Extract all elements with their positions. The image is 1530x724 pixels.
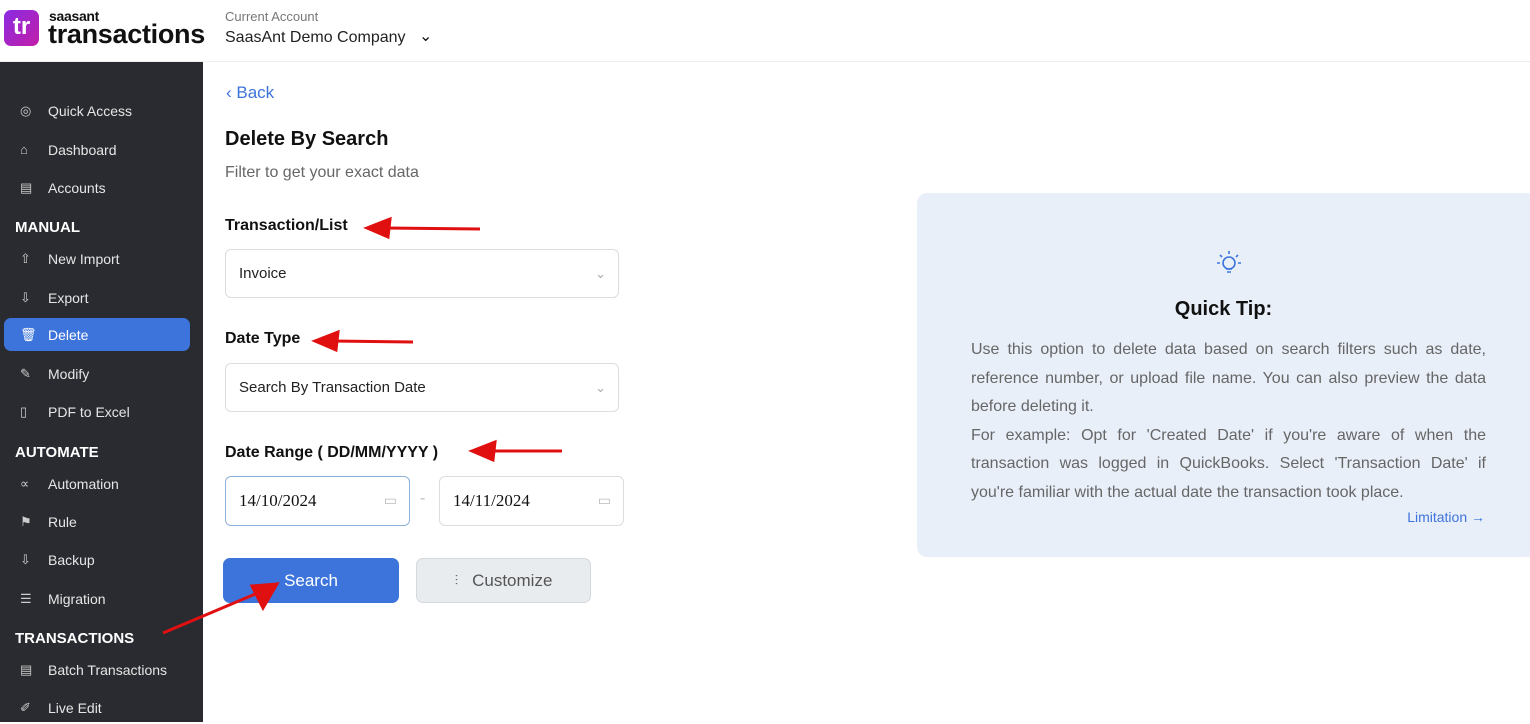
date-type-select[interactable]: Search By Transaction Date ⌄ [225, 363, 619, 412]
sidebar-item-live-edit[interactable]: ✐ Live Edit [4, 691, 190, 724]
trash-icon: 🗑 [20, 326, 37, 342]
account-label: Current Account [225, 9, 319, 24]
sidebar-item-batch-transactions[interactable]: ▤ Batch Transactions [4, 653, 190, 686]
calendar-icon[interactable]: ▭ [598, 477, 611, 525]
home-icon: ⌂ [20, 142, 28, 157]
account-selector[interactable]: SaasAnt Demo Company [225, 29, 406, 47]
back-link[interactable]: ‹ Back [226, 83, 274, 103]
sidebar-item-quick-access[interactable]: ◎ Quick Access [4, 94, 190, 127]
transaction-list-label: Transaction/List [225, 217, 348, 234]
page-subtitle: Filter to get your exact data [225, 164, 419, 181]
label: PDF to Excel [48, 403, 130, 420]
label: Dashboard [48, 141, 117, 158]
annotation-arrow [331, 339, 414, 344]
label: Accounts [48, 179, 106, 196]
sidebar-item-pdf-to-excel[interactable]: ▯ PDF to Excel [4, 395, 190, 428]
pencil-icon: ✐ [20, 699, 31, 715]
sidebar-item-accounts[interactable]: ▤ Accounts [4, 171, 190, 204]
chevron-down-icon: ⌄ [595, 380, 606, 395]
target-icon: ◎ [20, 102, 32, 118]
file-edit-icon: ✎ [20, 365, 31, 381]
customize-button[interactable]: ⫶ Customize [416, 558, 591, 603]
label: Delete [48, 326, 89, 343]
sliders-icon: ⫶ [454, 572, 459, 588]
label: Automation [48, 475, 119, 492]
chevron-down-icon: ⌄ [595, 266, 606, 281]
clipboard-icon: ▤ [20, 179, 33, 195]
back-label: Back [236, 83, 275, 102]
document-icon: ▤ [20, 661, 33, 677]
sidebar-item-export[interactable]: ⇩ Export [4, 281, 190, 314]
label: Quick Access [48, 102, 133, 119]
label: Backup [48, 551, 95, 568]
page-title: Delete By Search [225, 128, 389, 150]
date-to-input[interactable]: 14/11/2024 ▭ [439, 476, 624, 526]
section-automate: AUTOMATE [15, 444, 99, 461]
customize-label: Customize [472, 570, 553, 590]
lightbulb-icon [1217, 251, 1241, 273]
search-button[interactable]: Search [223, 558, 399, 603]
label: Modify [48, 365, 90, 382]
limitation-link[interactable]: Limitation → [1407, 509, 1485, 525]
sidebar-item-modify[interactable]: ✎ Modify [4, 357, 190, 390]
date-type-label: Date Type [225, 330, 301, 347]
share-nodes-icon: ∝ [20, 475, 30, 491]
calendar-icon[interactable]: ▭ [384, 477, 397, 525]
sidebar-item-rule[interactable]: ⚑ Rule [4, 505, 190, 538]
logo-icon: tr [4, 10, 39, 46]
date-from-value: 14/10/2024 [239, 491, 317, 510]
quick-tip-title: Quick Tip: [1174, 298, 1273, 320]
date-from-input[interactable]: 14/10/2024 ▭ [225, 476, 410, 526]
date-separator: - [420, 490, 426, 507]
label: New Import [48, 250, 120, 267]
sidebar-item-delete[interactable]: 🗑 Delete [4, 318, 190, 351]
label: Export [48, 289, 89, 306]
tip-paragraph: For example: Opt for 'Created Date' if y… [971, 426, 1486, 501]
tip-paragraph: Use this option to delete data based on … [971, 341, 1486, 415]
section-manual: MANUAL [15, 219, 80, 236]
quick-tip-text: Use this option to delete data based on … [971, 336, 1486, 507]
sidebar-item-new-import[interactable]: ⇧ New Import [4, 242, 190, 275]
sidebar-item-backup[interactable]: ⇩ Backup [4, 543, 190, 576]
date-to-value: 14/11/2024 [453, 491, 530, 510]
arrow-head [311, 329, 340, 353]
label: Rule [48, 513, 77, 530]
label: Migration [48, 590, 106, 607]
selected-value: Search By Transaction Date [239, 379, 426, 396]
sidebar: ◎ Quick Access ⌂ Dashboard ▤ Accounts MANUA… [0, 62, 203, 722]
label: Live Edit [48, 699, 102, 716]
annotation-arrow [384, 226, 481, 231]
cloud-download-icon: ⇩ [20, 289, 31, 305]
megaphone-icon: ⚑ [20, 513, 32, 529]
transaction-list-select[interactable]: Invoice ⌄ [225, 249, 619, 298]
indent-icon: ☰ [20, 590, 32, 606]
date-range-label: Date Range ( DD/MM/YYYY ) [225, 444, 439, 461]
chevron-down-icon[interactable]: ⌄ [419, 26, 432, 46]
sidebar-item-migration[interactable]: ☰ Migration [4, 582, 190, 615]
logo-product: transactions [48, 19, 205, 49]
quick-tip-panel: Quick Tip: Use this option to delete dat… [917, 193, 1530, 557]
label: Batch Transactions [48, 661, 168, 678]
arrow-head [363, 216, 392, 240]
section-transactions: TRANSACTIONS [15, 630, 135, 647]
selected-value: Invoice [239, 265, 287, 282]
cloud-upload-icon: ⇧ [20, 250, 31, 266]
app-header: tr saasant transactions Current Account … [0, 0, 1530, 62]
cloud-download-icon: ⇩ [20, 551, 31, 567]
sidebar-item-automation[interactable]: ∝ Automation [4, 467, 190, 500]
arrow-head [468, 439, 497, 463]
pdf-icon: ▯ [20, 403, 28, 419]
sidebar-item-dashboard[interactable]: ⌂ Dashboard [4, 133, 190, 166]
